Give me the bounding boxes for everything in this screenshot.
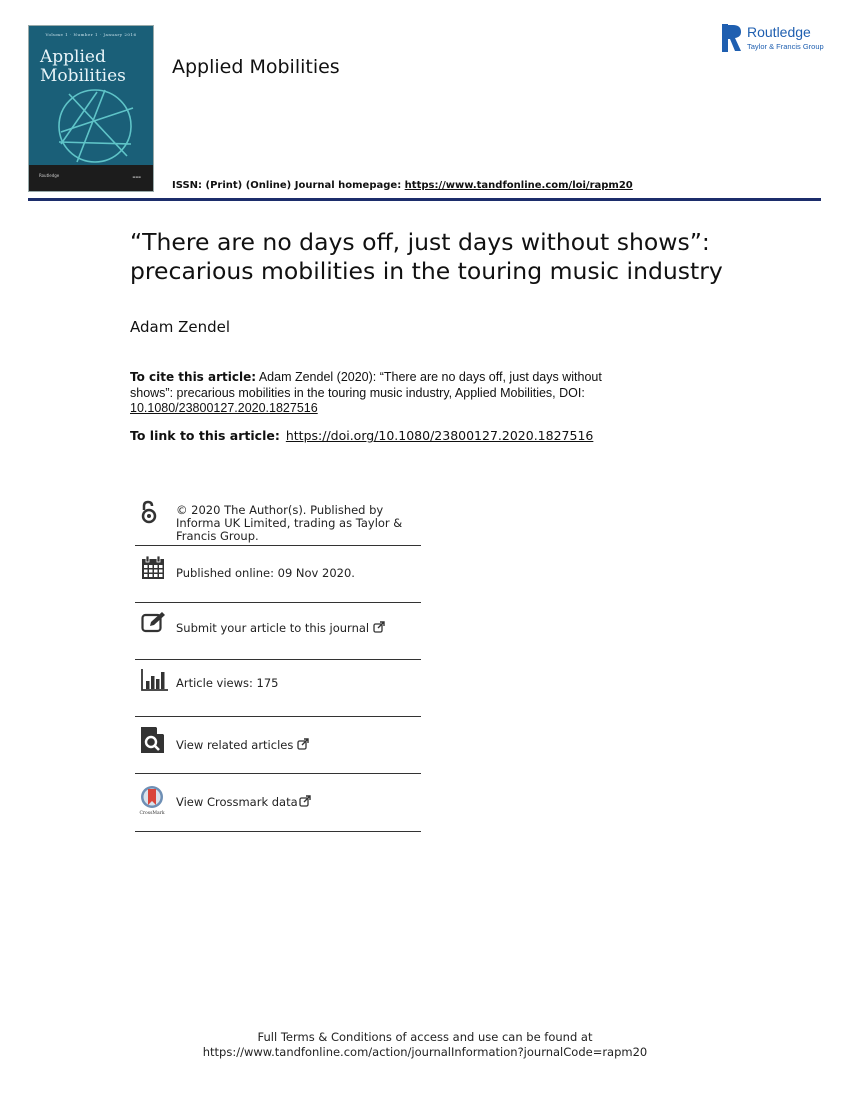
- info-item-related[interactable]: View related articles: [135, 717, 421, 774]
- article-doi-link[interactable]: https://doi.org/10.1080/23800127.2020.18…: [286, 428, 594, 443]
- calendar-icon: [142, 556, 164, 579]
- info-item-views: Article views: 175: [135, 660, 421, 717]
- footer-terms-url[interactable]: https://www.tandfonline.com/action/journ…: [0, 1045, 850, 1060]
- external-link-icon: [373, 621, 385, 633]
- cite-doi-link[interactable]: 10.1080/23800127.2020.1827516: [130, 401, 318, 415]
- journal-homepage-link[interactable]: https://www.tandfonline.com/loi/rapm20: [405, 180, 633, 191]
- link-label: To link to this article:: [130, 428, 280, 443]
- header-divider: [28, 198, 821, 201]
- cover-footer: Routledge ▬▬▬: [29, 165, 153, 191]
- journal-name: Applied Mobilities: [172, 56, 340, 78]
- info-item-submit[interactable]: Submit your article to this journal: [135, 603, 421, 660]
- submit-article-link[interactable]: Submit your article to this journal: [176, 621, 385, 635]
- external-link-icon: [297, 738, 310, 750]
- crossmark-icon: [141, 786, 163, 808]
- cover-title: Applied Mobilities: [40, 48, 126, 86]
- publisher-name: Routledge: [747, 24, 811, 40]
- cover-volume-line: Volume 1 · Number 1 · January 2016: [45, 32, 137, 37]
- article-author: Adam Zendel: [130, 318, 231, 336]
- routledge-r-icon: [722, 24, 741, 52]
- cite-label: To cite this article:: [130, 370, 257, 384]
- crossmark-text[interactable]: View Crossmark data: [176, 795, 298, 809]
- article-link-row: To link to this article: https://doi.org/…: [130, 428, 593, 443]
- article-info-list: © 2020 The Author(s). Published by Infor…: [135, 496, 421, 832]
- citation-block: To cite this article: Adam Zendel (2020)…: [130, 370, 630, 417]
- publisher-group: Taylor & Francis Group: [747, 42, 824, 51]
- info-item-crossmark[interactable]: CrossMark View Crossmark data: [135, 774, 421, 832]
- open-access-icon: [141, 500, 157, 524]
- cover-publisher: Routledge: [39, 173, 60, 178]
- terms-footer: Full Terms & Conditions of access and us…: [0, 1030, 850, 1060]
- published-text: Published online: 09 Nov 2020.: [176, 566, 355, 580]
- article-title: “There are no days off, just days withou…: [130, 228, 723, 285]
- crossmark-logo: CrossMark: [137, 785, 167, 816]
- submit-article-text[interactable]: Submit your article to this journal: [176, 621, 369, 635]
- routledge-logo: Routledge Taylor & Francis Group: [722, 22, 832, 56]
- footer-line1: Full Terms & Conditions of access and us…: [257, 1030, 593, 1044]
- external-link-icon: [299, 795, 311, 807]
- crossmark-link[interactable]: View Crossmark data: [176, 795, 311, 809]
- edit-icon: [141, 612, 165, 633]
- info-item-published: Published online: 09 Nov 2020.: [135, 546, 421, 603]
- related-articles-link[interactable]: View related articles: [176, 738, 310, 752]
- issn-line: ISSN: (Print) (Online) Journal homepage:…: [172, 180, 633, 191]
- bar-chart-icon: [141, 669, 168, 691]
- cover-globe-art: [58, 89, 134, 163]
- issn-label: ISSN: (Print) (Online) Journal homepage:: [172, 180, 405, 191]
- cover-title-line1: Applied: [40, 47, 106, 67]
- cover-issn: ▬▬▬: [132, 175, 141, 179]
- crossmark-badge-text: CrossMark: [139, 811, 165, 816]
- related-articles-text[interactable]: View related articles: [176, 738, 293, 752]
- license-text: © 2020 The Author(s). Published by Infor…: [176, 503, 403, 543]
- article-views-text: Article views: 175: [176, 676, 279, 690]
- info-item-license: © 2020 The Author(s). Published by Infor…: [135, 496, 421, 546]
- search-document-icon: [141, 727, 164, 753]
- journal-cover: Volume 1 · Number 1 · January 2016 Appli…: [28, 25, 154, 192]
